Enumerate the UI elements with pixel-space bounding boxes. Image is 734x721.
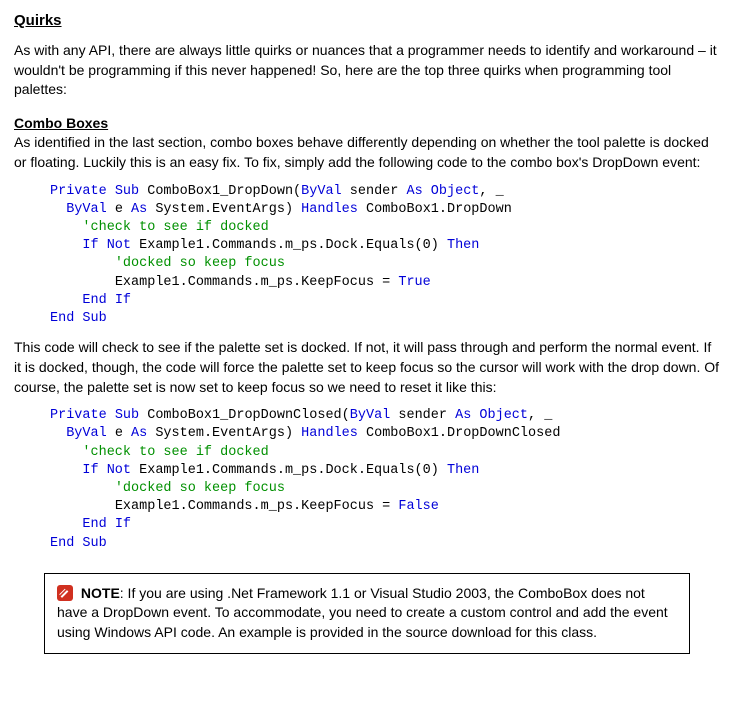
combo-intro-paragraph: As identified in the last section, combo…	[14, 133, 720, 172]
section-heading-combo-boxes: Combo Boxes	[14, 114, 720, 134]
note-box: NOTE: If you are using .Net Framework 1.…	[44, 573, 690, 654]
mid-paragraph: This code will check to see if the palet…	[14, 338, 720, 397]
code-block-dropdown: Private Sub ComboBox1_DropDown(ByVal sen…	[50, 183, 720, 329]
note-text: : If you are using .Net Framework 1.1 or…	[57, 585, 668, 640]
pencil-icon	[57, 585, 73, 601]
intro-paragraph: As with any API, there are always little…	[14, 41, 720, 100]
note-label: NOTE	[81, 585, 120, 601]
page-title: Quirks	[14, 10, 720, 31]
code-block-dropdownclosed: Private Sub ComboBox1_DropDownClosed(ByV…	[50, 407, 720, 553]
